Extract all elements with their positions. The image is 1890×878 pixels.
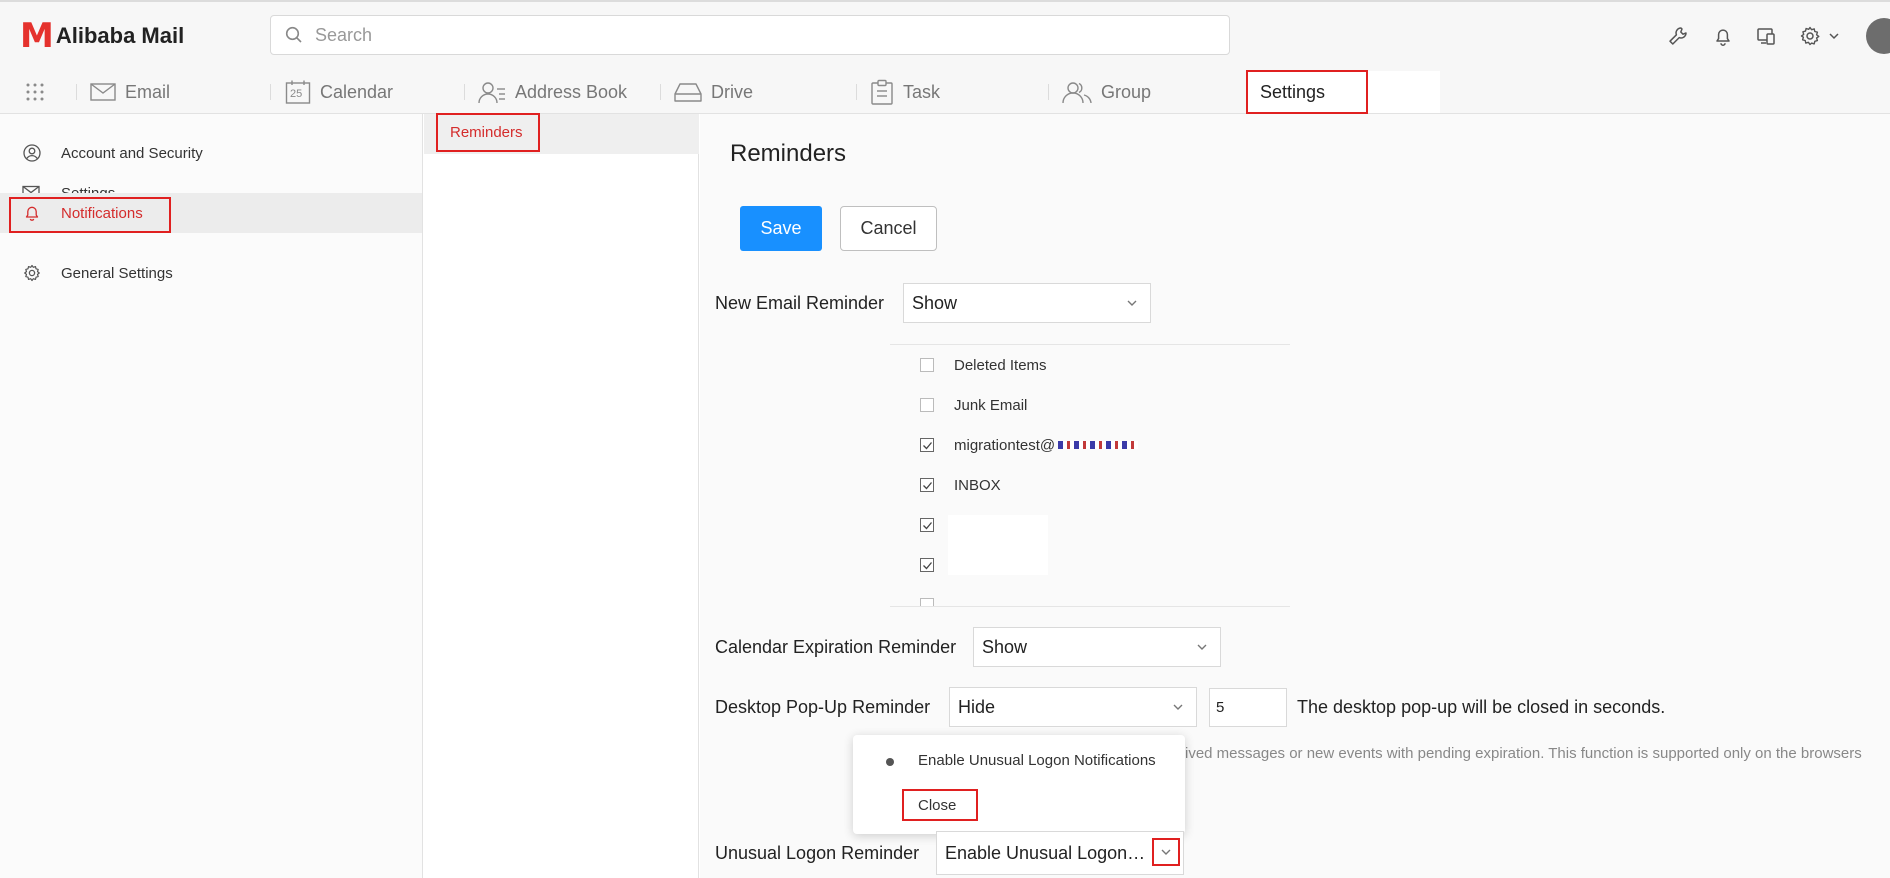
calendar-expiration-select[interactable]: Show <box>973 627 1221 667</box>
nav-divider <box>1048 84 1049 100</box>
folder-label: migrationtest@ <box>954 436 1056 454</box>
search-input[interactable] <box>313 23 1193 47</box>
tab-address-book[interactable]: Address Book <box>478 72 627 112</box>
chevron-down-icon <box>1172 701 1184 713</box>
list-item: migrationtest@ <box>890 425 1290 465</box>
devices-icon[interactable] <box>1752 22 1780 50</box>
folder-label: Junk Email <box>954 396 1028 414</box>
chevron-down-icon[interactable] <box>1152 838 1180 866</box>
list-item: Deleted Items <box>890 345 1290 385</box>
chevron-down-icon <box>1196 641 1208 653</box>
folder-label: Deleted Items <box>954 356 1047 374</box>
chevron-down-icon[interactable] <box>1826 22 1842 50</box>
sidebar-item-account-security[interactable]: Account and Security <box>0 133 422 173</box>
logo-mark: M <box>20 16 54 56</box>
contacts-icon <box>478 80 506 104</box>
sidebar-item-label: General Settings <box>61 264 173 282</box>
save-button[interactable]: Save <box>740 206 822 251</box>
desktop-popup-label: Desktop Pop-Up Reminder <box>715 697 931 717</box>
search-icon <box>285 26 303 44</box>
folder-checkbox[interactable] <box>920 598 934 606</box>
folder-checkbox[interactable] <box>920 438 934 452</box>
list-item: INBOX <box>890 465 1290 505</box>
highlight-box <box>9 197 171 233</box>
tab-label: Group <box>1101 81 1152 102</box>
select-value: Show <box>912 292 958 313</box>
subnav-item-reminders[interactable]: Reminders <box>436 113 540 152</box>
folder-label: INBOX <box>954 476 1001 494</box>
nav-divider <box>76 84 77 100</box>
envelope-icon <box>90 82 116 102</box>
bell-icon[interactable] <box>1709 22 1737 50</box>
search-bar[interactable] <box>270 15 1230 55</box>
apps-grid-icon[interactable] <box>24 72 46 112</box>
app-logo[interactable]: M Alibaba Mail <box>20 18 184 54</box>
tab-calendar[interactable]: 25 Calendar <box>285 72 393 112</box>
gear-icon <box>22 264 42 282</box>
selected-dot-icon <box>886 758 894 766</box>
desktop-popup-select[interactable]: Hide <box>949 687 1197 727</box>
select-value: Enable Unusual Logon Notifications <box>945 842 1150 863</box>
wrench-icon[interactable] <box>1664 22 1692 50</box>
drive-icon <box>674 81 702 103</box>
tab-label: Task <box>903 81 941 102</box>
tab-email[interactable]: Email <box>90 72 170 112</box>
dropdown-option-enable[interactable]: Enable Unusual Logon Notifications <box>918 752 1156 769</box>
clipboard-icon <box>870 79 894 105</box>
tab-label: Settings <box>1260 81 1326 102</box>
calendar-icon: 25 <box>285 79 311 105</box>
option-label: Close <box>918 796 957 814</box>
unusual-logon-select[interactable]: Enable Unusual Logon Notifications <box>936 831 1184 875</box>
folder-checkbox[interactable] <box>920 478 934 492</box>
nav-divider <box>856 84 857 100</box>
nav-divider <box>660 84 661 100</box>
user-circle-icon <box>22 144 42 162</box>
folder-checkbox[interactable] <box>920 358 934 372</box>
logo-text: Alibaba Mail <box>55 23 185 48</box>
gear-icon[interactable] <box>1796 22 1824 50</box>
tab-label: Email <box>125 81 171 102</box>
calendar-expiration-label: Calendar Expiration Reminder <box>715 637 957 657</box>
tab-label: Drive <box>711 81 754 102</box>
list-item: Junk Email <box>890 385 1290 425</box>
select-value: Show <box>982 636 1028 657</box>
tab-settings[interactable]: Settings <box>1246 70 1368 114</box>
popup-hint-text: rived messages or new events with pendin… <box>1180 745 1862 762</box>
nav-divider <box>464 84 465 100</box>
new-email-reminder-label: New Email Reminder <box>715 293 885 313</box>
page-title: Reminders <box>730 140 847 167</box>
nav-divider <box>270 84 271 100</box>
tab-task[interactable]: Task <box>870 72 940 112</box>
popup-seconds-input[interactable] <box>1209 688 1287 727</box>
folder-checkbox[interactable] <box>920 518 934 532</box>
sidebar-item-general-settings[interactable]: General Settings <box>0 253 422 293</box>
tab-group[interactable]: Group <box>1062 72 1151 112</box>
calendar-day: 25 <box>290 88 303 100</box>
tab-label: Address Book <box>515 81 628 102</box>
folder-checkbox[interactable] <box>920 558 934 572</box>
blank-area <box>948 515 1048 575</box>
new-email-reminder-select[interactable]: Show <box>903 283 1151 323</box>
subnav-item-label: Reminders <box>450 124 523 141</box>
redacted-text <box>1058 441 1138 449</box>
group-icon <box>1062 80 1092 104</box>
desktop-popup-note: The desktop pop-up will be closed in sec… <box>1297 697 1666 717</box>
dropdown-option-close[interactable]: Close <box>902 789 978 821</box>
folder-checkbox[interactable] <box>920 398 934 412</box>
tab-drive[interactable]: Drive <box>674 72 753 112</box>
tab-background <box>1368 71 1440 113</box>
tab-label: Calendar <box>320 81 394 102</box>
cancel-button[interactable]: Cancel <box>840 206 937 251</box>
sub-navigation <box>424 114 699 878</box>
sidebar-item-label: Account and Security <box>61 144 203 162</box>
unusual-logon-label: Unusual Logon Reminder <box>715 843 920 863</box>
chevron-down-icon <box>1126 297 1138 309</box>
list-item <box>890 585 1290 606</box>
select-value: Hide <box>958 696 996 717</box>
